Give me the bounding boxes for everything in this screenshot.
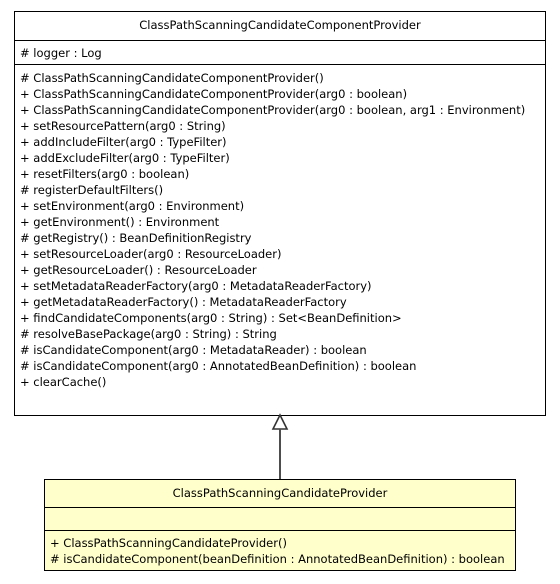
operation-item: + addIncludeFilter(arg0 : TypeFilter) bbox=[20, 135, 227, 149]
operation-item: + findCandidateComponents(arg0 : String)… bbox=[20, 311, 402, 325]
operation-item: + getMetadataReaderFactory() : MetadataR… bbox=[20, 295, 347, 309]
operation-item: + getResourceLoader() : ResourceLoader bbox=[20, 263, 257, 277]
operation-item: + getEnvironment() : Environment bbox=[20, 215, 220, 229]
operation-item: # ClassPathScanningCandidateComponentPro… bbox=[20, 71, 324, 85]
superclass-operation-list: # ClassPathScanningCandidateComponentPro… bbox=[15, 70, 545, 390]
operation-item: + setEnvironment(arg0 : Environment) bbox=[20, 199, 245, 213]
operation-item: # getRegistry() : BeanDefinitionRegistry bbox=[20, 231, 252, 245]
class-box-subclass[interactable]: ClassPathScanningCandidateProvider + Cla… bbox=[44, 479, 516, 571]
generalization-connector bbox=[271, 413, 289, 480]
attribute-item: # logger : Log bbox=[20, 45, 102, 60]
operation-item: + setResourceLoader(arg0 : ResourceLoade… bbox=[20, 247, 282, 261]
superclass-name: ClassPathScanningCandidateComponentProvi… bbox=[139, 18, 421, 33]
operation-item: + resetFilters(arg0 : boolean) bbox=[20, 167, 190, 181]
subclass-name: ClassPathScanningCandidateProvider bbox=[172, 485, 388, 500]
operation-item: # isCandidateComponent(arg0 : MetadataRe… bbox=[20, 343, 367, 357]
superclass-attributes-compartment: # logger : Log bbox=[15, 41, 545, 65]
subclass-attributes-compartment bbox=[45, 508, 515, 531]
operation-item: # resolveBasePackage(arg0 : String) : St… bbox=[20, 327, 277, 341]
subclass-name-compartment: ClassPathScanningCandidateProvider bbox=[45, 480, 515, 508]
operation-item: + ClassPathScanningCandidateComponentPro… bbox=[20, 103, 526, 117]
subclass-operation-list: + ClassPathScanningCandidateProvider() #… bbox=[45, 535, 515, 567]
operation-item: + setMetadataReaderFactory(arg0 : Metada… bbox=[20, 279, 372, 293]
operation-item: + setResourcePattern(arg0 : String) bbox=[20, 119, 226, 133]
operation-item: # isCandidateComponent(arg0 : AnnotatedB… bbox=[20, 359, 417, 373]
subclass-operations-compartment: + ClassPathScanningCandidateProvider() #… bbox=[45, 531, 515, 570]
operation-item: # isCandidateComponent(beanDefinition : … bbox=[50, 552, 505, 566]
inheritance-triangle-icon bbox=[271, 413, 289, 430]
superclass-operations-compartment: # ClassPathScanningCandidateComponentPro… bbox=[15, 65, 545, 394]
superclass-name-compartment: ClassPathScanningCandidateComponentProvi… bbox=[15, 12, 545, 41]
operation-item: + clearCache() bbox=[20, 375, 107, 389]
uml-diagram-canvas: ClassPathScanningCandidateComponentProvi… bbox=[0, 0, 560, 584]
operation-item: + ClassPathScanningCandidateComponentPro… bbox=[20, 87, 408, 101]
operation-item: + addExcludeFilter(arg0 : TypeFilter) bbox=[20, 151, 230, 165]
superclass-attribute-list: # logger : Log bbox=[15, 45, 102, 61]
class-box-superclass[interactable]: ClassPathScanningCandidateComponentProvi… bbox=[14, 11, 546, 416]
operation-item: + ClassPathScanningCandidateProvider() bbox=[50, 536, 287, 550]
operation-item: # registerDefaultFilters() bbox=[20, 183, 164, 197]
